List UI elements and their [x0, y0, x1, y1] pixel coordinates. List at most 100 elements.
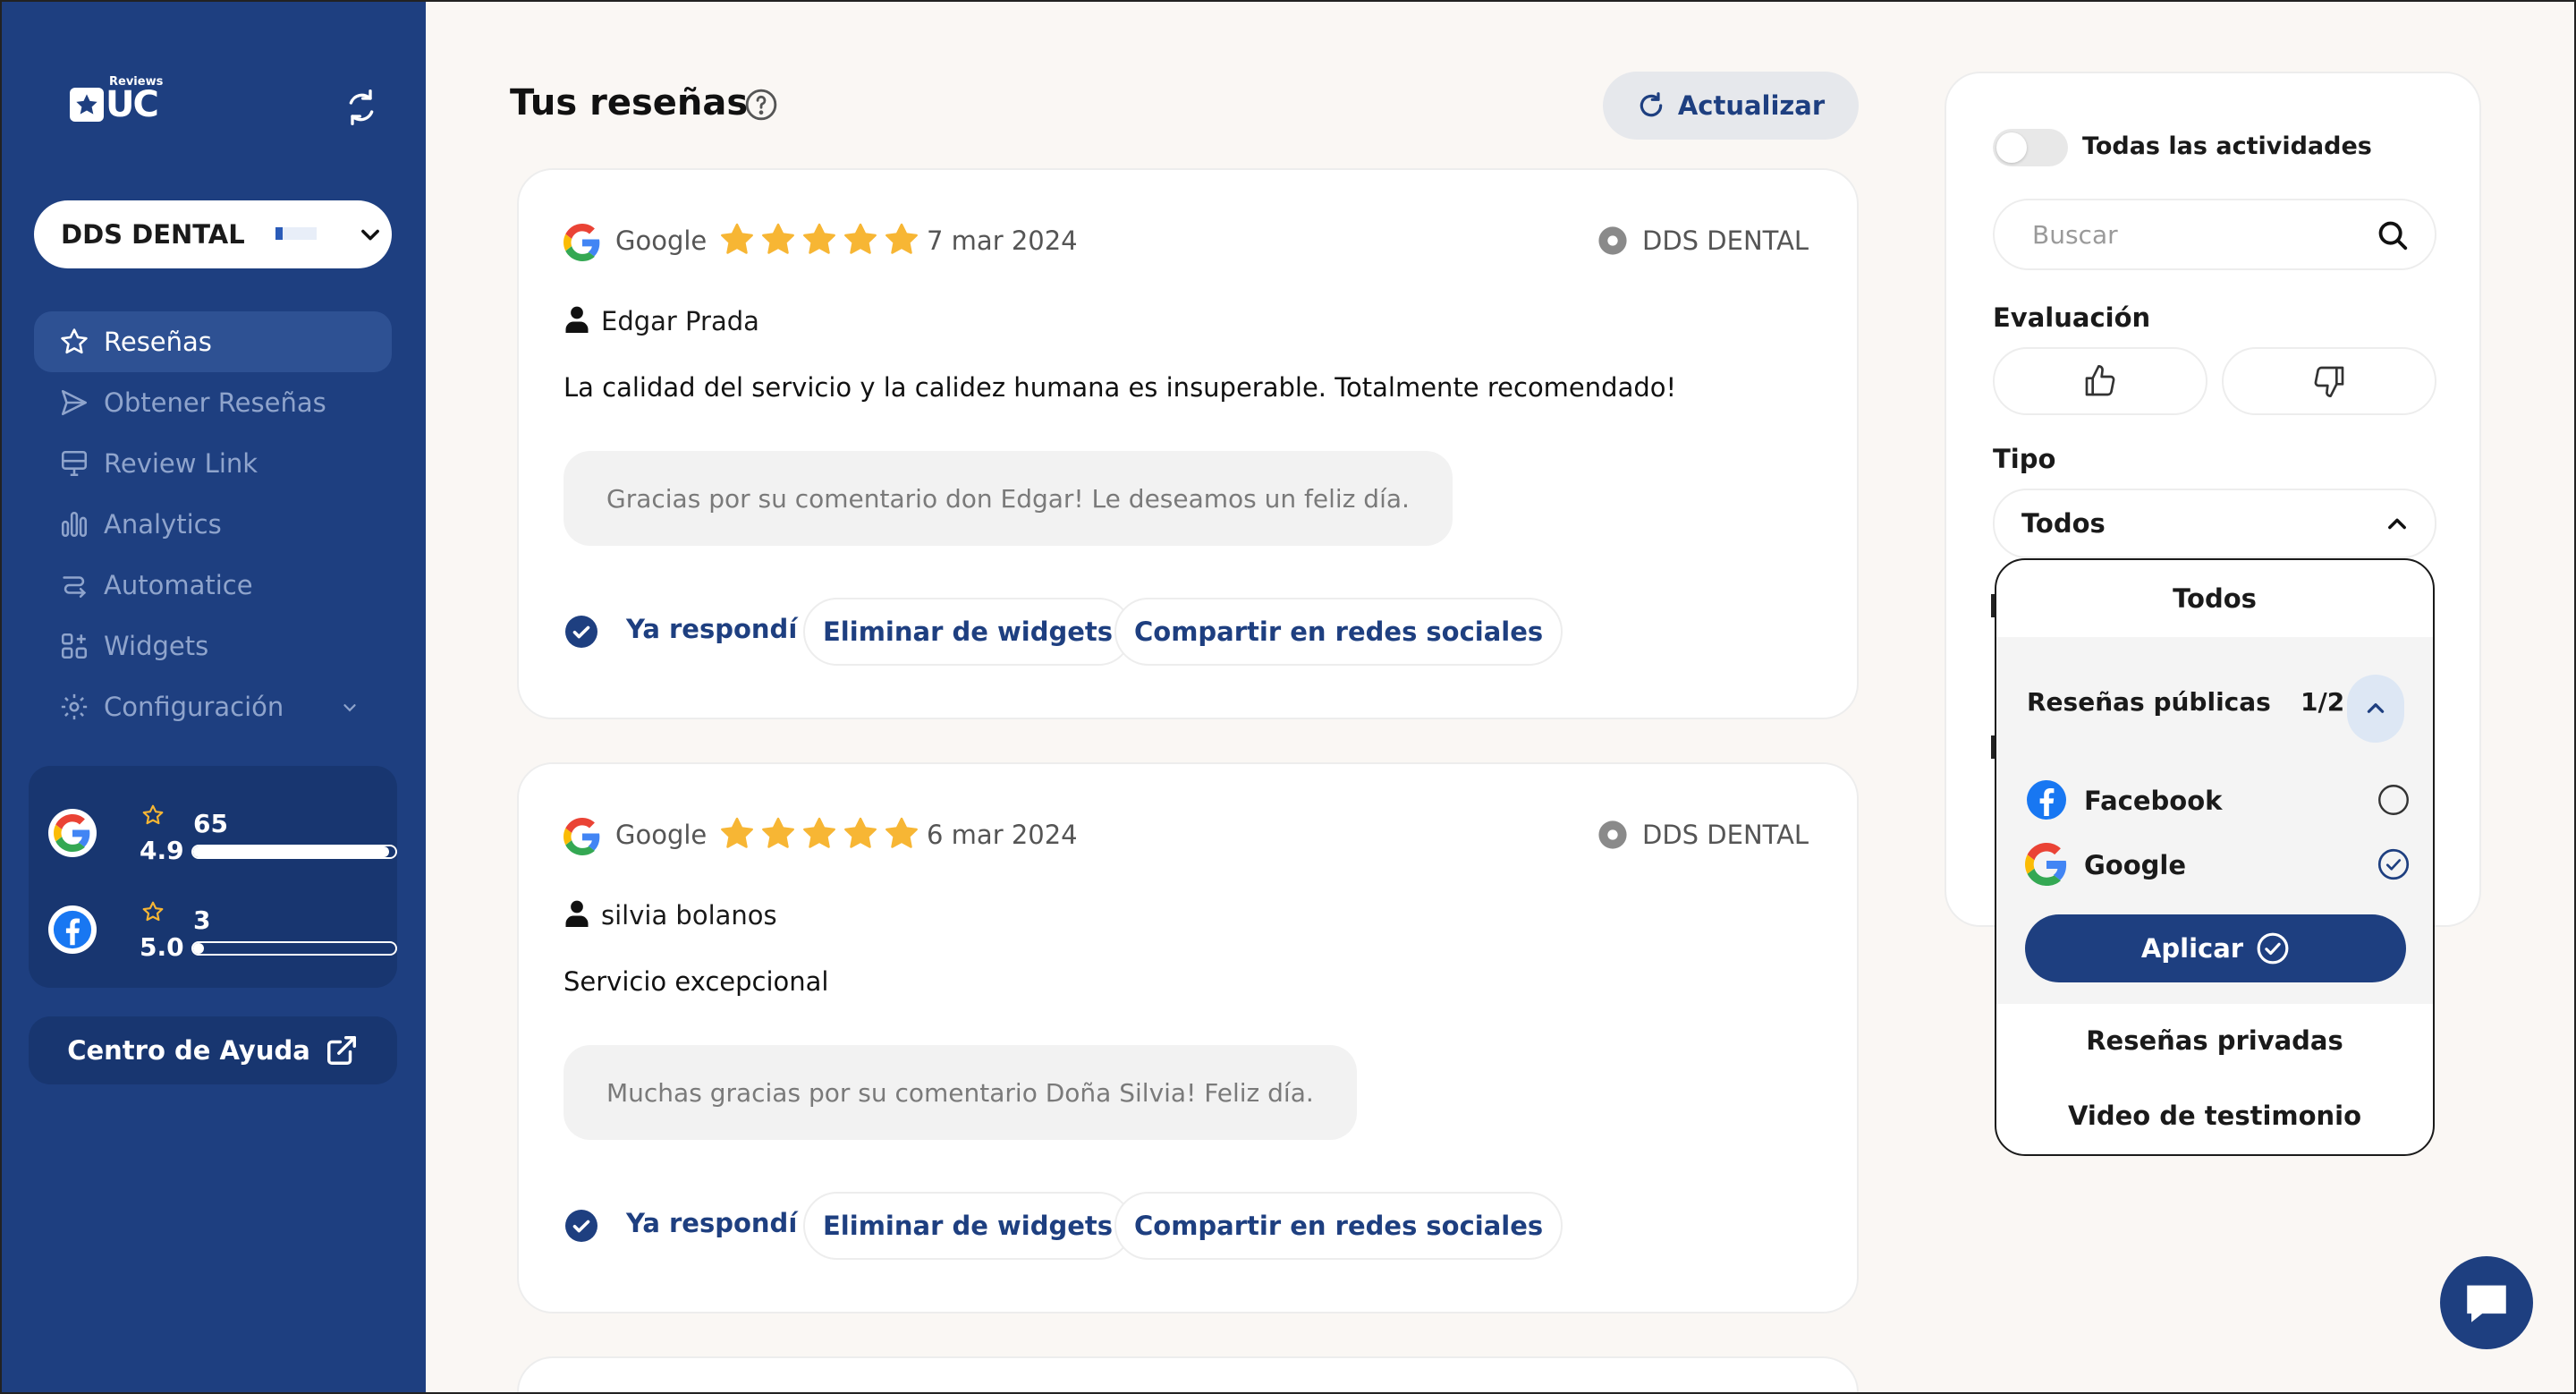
radio-unchecked-icon[interactable]: [2377, 784, 2410, 816]
search-placeholder: Buscar: [2032, 219, 2118, 250]
gear-icon: [59, 692, 89, 722]
review-platform: Google: [615, 225, 708, 256]
review-date: 6 mar 2024: [927, 820, 1078, 850]
thumbs-up-button[interactable]: [1993, 347, 2207, 415]
facebook-progress-bar: [191, 941, 397, 956]
star-filled-icon: [886, 223, 918, 254]
review-card-peek: [517, 1356, 1859, 1394]
logo-text: UC: [106, 84, 159, 125]
type-select[interactable]: Todos: [1993, 489, 2436, 558]
refresh-icon: [1640, 92, 1663, 117]
star-icon: [59, 327, 89, 357]
facebook-review-count: 3: [193, 905, 211, 935]
remove-from-widgets-button[interactable]: Eliminar de widgets: [803, 598, 1133, 666]
platform-label: Facebook: [2084, 786, 2223, 816]
dropdown-option-todos[interactable]: Todos: [1996, 583, 2433, 614]
sidebar-item-review-link[interactable]: Review Link: [34, 433, 392, 494]
sidebar-item-obtener-resenas[interactable]: Obtener Reseñas: [34, 372, 392, 433]
sidebar-item-resenas[interactable]: Reseñas: [34, 311, 392, 372]
automation-icon: [59, 570, 89, 600]
search-input[interactable]: Buscar: [1993, 199, 2436, 270]
platform-option-google[interactable]: Google: [2025, 839, 2410, 889]
review-card: Google 7 mar 2024 DDS DENTAL Edgar Prada…: [517, 168, 1859, 719]
review-author: Edgar Prada: [601, 306, 759, 336]
star-filled-icon: [762, 223, 794, 254]
type-select-value: Todos: [2021, 508, 2106, 539]
public-reviews-count: 1/2: [2301, 687, 2345, 717]
review-date: 7 mar 2024: [927, 225, 1078, 256]
review-location: DDS DENTAL: [1642, 225, 1809, 256]
sidebar-item-label: Configuración: [104, 692, 284, 722]
public-reviews-group: Reseñas públicas 1/2 Facebook Google Apl…: [1996, 637, 2433, 1004]
review-reply: Gracias por su comentario don Edgar! Le …: [564, 451, 1453, 546]
public-reviews-title[interactable]: Reseñas públicas: [2027, 687, 2271, 717]
sidebar-item-label: Reseñas: [104, 327, 212, 357]
widgets-icon: [59, 631, 89, 661]
sync-icon[interactable]: [343, 88, 379, 127]
logo-star-icon: [70, 88, 104, 122]
facebook-icon: [48, 905, 97, 954]
chat-bubble-icon: [2467, 1285, 2506, 1322]
user-icon: [565, 900, 589, 927]
chevron-up-icon: [2367, 703, 2385, 713]
dropdown-option-private-reviews[interactable]: Reseñas privadas: [1996, 1025, 2433, 1056]
check-circle-icon: [2257, 932, 2289, 965]
remove-from-widgets-button[interactable]: Eliminar de widgets: [803, 1192, 1133, 1260]
star-filled-icon: [762, 817, 794, 848]
help-icon[interactable]: [744, 88, 778, 122]
account-selector[interactable]: DDS DENTAL: [34, 200, 392, 268]
sidebar-item-label: Widgets: [104, 631, 209, 661]
bar-chart-icon: [59, 509, 89, 540]
send-icon: [59, 387, 89, 418]
help-center-button[interactable]: Centro de Ayuda: [29, 1016, 397, 1084]
reviews-uc-logo[interactable]: Reviews UC: [70, 75, 163, 129]
star-filled-icon: [886, 817, 918, 848]
check-circle-icon[interactable]: [565, 616, 597, 648]
help-center-label: Centro de Ayuda: [67, 1035, 310, 1066]
dropdown-option-video-testimonial[interactable]: Video de testimonio: [1996, 1101, 2433, 1131]
review-text: Servicio excepcional: [564, 966, 829, 997]
replied-label[interactable]: Ya respondí: [626, 614, 797, 644]
refresh-button[interactable]: Actualizar: [1603, 72, 1859, 140]
sidebar-item-configuracion[interactable]: Configuración: [34, 676, 392, 737]
thumbs-down-button[interactable]: [2222, 347, 2436, 415]
review-platform: Google: [615, 820, 708, 850]
check-circle-icon[interactable]: [2377, 848, 2410, 880]
chevron-up-icon: [2388, 518, 2406, 530]
sidebar-item-label: Review Link: [104, 448, 258, 479]
thumbs-down-icon: [2314, 366, 2344, 397]
search-icon[interactable]: [2376, 218, 2410, 252]
google-icon: [2025, 843, 2067, 886]
stat-row-google: 4.9 65: [48, 803, 397, 875]
star-outline-icon: [142, 901, 164, 922]
external-link-icon: [326, 1036, 356, 1065]
sidebar-item-automatice[interactable]: Automatice: [34, 555, 392, 616]
all-activities-toggle[interactable]: [1993, 129, 2068, 166]
monitor-icon: [59, 448, 89, 479]
platform-option-facebook[interactable]: Facebook: [2025, 775, 2410, 825]
chat-button[interactable]: [2440, 1256, 2533, 1349]
platform-stats-card: 4.9 65 5.0 3: [29, 766, 397, 988]
type-label: Tipo: [1993, 444, 2056, 474]
share-social-button[interactable]: Compartir en redes sociales: [1114, 598, 1563, 666]
star-filled-icon: [844, 223, 877, 254]
star-outline-icon: [142, 804, 164, 825]
apply-button[interactable]: Aplicar: [2025, 914, 2406, 982]
collapse-group-button[interactable]: [2347, 675, 2404, 743]
facebook-rating: 5.0: [140, 932, 184, 962]
star-filled-icon: [721, 223, 753, 254]
stat-row-facebook: 5.0 3: [48, 900, 397, 972]
share-social-button[interactable]: Compartir en redes sociales: [1114, 1192, 1563, 1260]
replied-label[interactable]: Ya respondí: [626, 1208, 797, 1238]
google-progress-fill: [193, 846, 390, 857]
evaluation-label: Evaluación: [1993, 302, 2151, 333]
type-dropdown-menu: Todos Reseñas públicas 1/2 Facebook Goog…: [1995, 558, 2435, 1156]
sidebar-item-widgets[interactable]: Widgets: [34, 616, 392, 676]
google-icon: [48, 809, 97, 857]
google-rating: 4.9: [140, 836, 184, 865]
location-pin-icon: [1598, 820, 1627, 849]
star-filled-icon: [803, 223, 835, 254]
sidebar-item-analytics[interactable]: Analytics: [34, 494, 392, 555]
check-circle-icon[interactable]: [565, 1210, 597, 1242]
sidebar: Reviews UC DDS DENTAL Reseñas Obtener Re…: [0, 0, 426, 1394]
